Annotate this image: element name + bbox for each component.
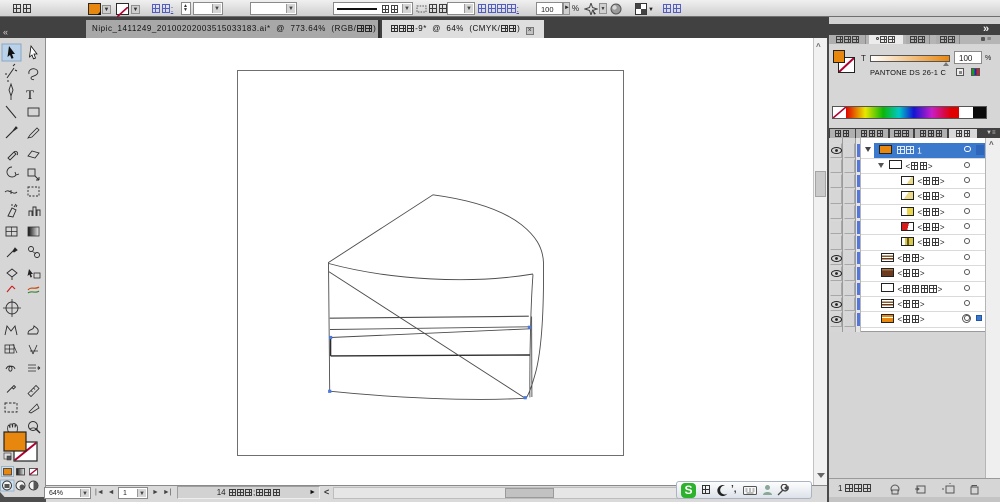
svg-text:T: T xyxy=(26,87,34,102)
